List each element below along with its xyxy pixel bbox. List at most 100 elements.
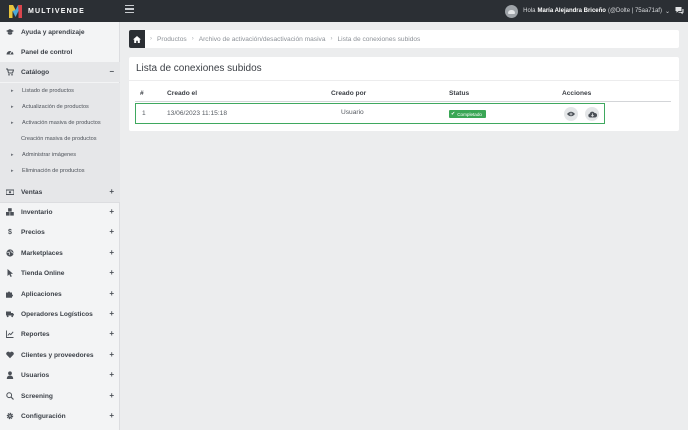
submenu-item-actualizacion[interactable]: ▸ Actualización de productos — [0, 99, 120, 115]
breadcrumb-separator: › — [191, 36, 194, 42]
sidebar-item-label: Usuarios — [21, 371, 50, 379]
truck-icon — [6, 311, 14, 318]
expand-icon[interactable]: + — [109, 187, 114, 196]
home-icon — [133, 35, 141, 43]
sidebar-item-label: Clientes y proveedores — [21, 351, 94, 359]
multivende-logo-icon — [9, 4, 22, 18]
expand-icon[interactable]: + — [109, 227, 114, 236]
cart-icon — [6, 68, 14, 76]
caret-right-icon: ▸ — [11, 104, 14, 110]
expand-icon[interactable]: + — [109, 391, 114, 400]
menu-toggle-icon[interactable] — [125, 5, 134, 14]
expand-icon[interactable]: + — [109, 289, 114, 298]
breadcrumb-current: Lista de conexiones subidos — [337, 35, 421, 43]
graduation-cap-icon — [6, 29, 14, 35]
user-name: María Alejandra Briceño — [537, 8, 606, 14]
sidebar-item-ventas[interactable]: Ventas + — [0, 182, 120, 202]
submenu-item-label: Eliminación de productos — [22, 168, 85, 174]
heart-icon — [6, 351, 14, 359]
column-header-actions: Acciones — [562, 90, 592, 97]
breadcrumb-separator: › — [330, 36, 333, 42]
sidebar-item-inventario[interactable]: Inventario + — [0, 202, 120, 222]
sidebar-item-label: Screening — [21, 392, 53, 400]
download-button[interactable] — [585, 107, 599, 121]
submenu-item-label: Listado de productos — [22, 88, 74, 94]
column-header-created-by: Creado por — [331, 90, 367, 97]
chat-icon[interactable] — [675, 6, 684, 15]
breadcrumb-link-archivo[interactable]: Archivo de activación/desactivación masi… — [199, 36, 326, 43]
breadcrumb-separator: › — [150, 36, 152, 42]
chevron-down-icon: ⌄ — [664, 8, 670, 15]
submenu-item-listado[interactable]: ▸ Listado de productos — [0, 83, 120, 99]
caret-right-icon: ▸ — [11, 120, 14, 126]
line-chart-icon — [6, 330, 14, 338]
check-icon: ✔ — [451, 111, 456, 117]
sidebar-item-operadores[interactable]: Operadores Logísticos + — [0, 304, 120, 324]
breadcrumb: › Productos › Archivo de activación/desa… — [129, 30, 679, 48]
sidebar-item-usuarios[interactable]: Usuarios + — [0, 365, 120, 385]
globe-icon — [6, 249, 14, 257]
submenu-item-imagenes[interactable]: ▸ Administrar imágenes — [0, 147, 120, 163]
gear-icon — [6, 412, 14, 420]
view-button[interactable] — [564, 107, 578, 121]
submenu-item-label: Creación masiva de productos — [21, 136, 97, 142]
sidebar-item-marketplaces[interactable]: Marketplaces + — [0, 243, 120, 263]
expand-icon[interactable]: + — [109, 268, 114, 277]
row-index: 1 — [142, 110, 146, 117]
sidebar-item-panel[interactable]: Panel de control — [0, 42, 120, 62]
sidebar-item-tienda-online[interactable]: Tienda Online + — [0, 263, 120, 283]
sidebar-item-screening[interactable]: Screening + — [0, 386, 120, 406]
sidebar-item-label: Panel de control — [21, 48, 73, 56]
submenu-item-activacion[interactable]: ▸ Activación masiva de productos — [0, 115, 120, 131]
expand-icon[interactable]: + — [109, 350, 114, 359]
caret-right-icon: ▸ — [11, 152, 14, 158]
expand-icon[interactable]: + — [109, 309, 114, 318]
collapse-icon[interactable]: − — [109, 67, 114, 76]
submenu-item-label: Activación masiva de productos — [22, 120, 101, 126]
sidebar-item-label: Catálogo — [21, 68, 50, 76]
brand-name: MULTIVENDE — [28, 7, 85, 15]
expand-icon[interactable]: + — [109, 411, 114, 420]
expand-icon[interactable]: + — [109, 207, 114, 216]
sidebar-item-aplicaciones[interactable]: Aplicaciones + — [0, 284, 120, 304]
status-badge: ✔ Completado — [449, 110, 486, 118]
row-created-at: 13/06/2023 11:15:18 — [167, 110, 228, 117]
caret-right-icon: ▸ — [11, 168, 14, 174]
sidebar-item-configuracion[interactable]: Configuración + — [0, 406, 120, 426]
sidebar-item-clientes[interactable]: Clientes y proveedores + — [0, 345, 120, 365]
sidebar-item-ayuda[interactable]: Ayuda y aprendizaje — [0, 22, 120, 42]
cloud-download-icon — [587, 111, 597, 117]
user-greeting: Hola — [523, 8, 536, 14]
sidebar-item-precios[interactable]: $ Precios + — [0, 222, 120, 242]
submenu-item-eliminacion[interactable]: ▸ Eliminación de productos — [0, 163, 120, 179]
expand-icon[interactable]: + — [109, 329, 114, 338]
submenu-item-label: Administrar imágenes — [22, 152, 77, 158]
table-header-divider — [135, 101, 671, 102]
expand-icon[interactable]: + — [109, 370, 114, 379]
sidebar-item-label: Ayuda y aprendizaje — [21, 28, 85, 36]
sidebar-item-catalogo[interactable]: Catálogo − — [0, 62, 120, 82]
user-menu[interactable]: Hola María Alejandra Briceño (@Dolte | 7… — [505, 0, 670, 22]
search-icon — [6, 392, 14, 400]
sidebar-item-label: Marketplaces — [21, 249, 63, 257]
submenu-item-label: Actualización de productos — [22, 104, 89, 110]
dashboard-icon — [6, 50, 14, 55]
row-created-by: Usuario — [341, 109, 364, 116]
home-button[interactable] — [129, 30, 145, 48]
column-header-created-at: Creado el — [167, 90, 198, 97]
brand[interactable]: MULTIVENDE — [0, 0, 120, 22]
panel-divider — [129, 80, 679, 81]
money-icon — [6, 189, 14, 195]
dollar-icon: $ — [8, 228, 12, 236]
expand-icon[interactable]: + — [109, 248, 114, 257]
breadcrumb-link-productos[interactable]: Productos — [157, 36, 187, 43]
sidebar-item-label: Reportes — [21, 330, 50, 338]
sidebar-item-reportes[interactable]: Reportes + — [0, 324, 120, 344]
page-title: Lista de conexiones subidos — [136, 63, 262, 74]
pointer-icon — [7, 269, 13, 277]
column-header-index: # — [140, 90, 144, 97]
top-bar: MULTIVENDE Hola María Alejandra Briceño … — [0, 0, 688, 22]
sidebar: Ayuda y aprendizaje Panel de control Cat… — [0, 22, 120, 430]
submenu-item-creacion[interactable]: Creación masiva de productos — [0, 131, 120, 147]
caret-right-icon: ▸ — [11, 88, 14, 94]
